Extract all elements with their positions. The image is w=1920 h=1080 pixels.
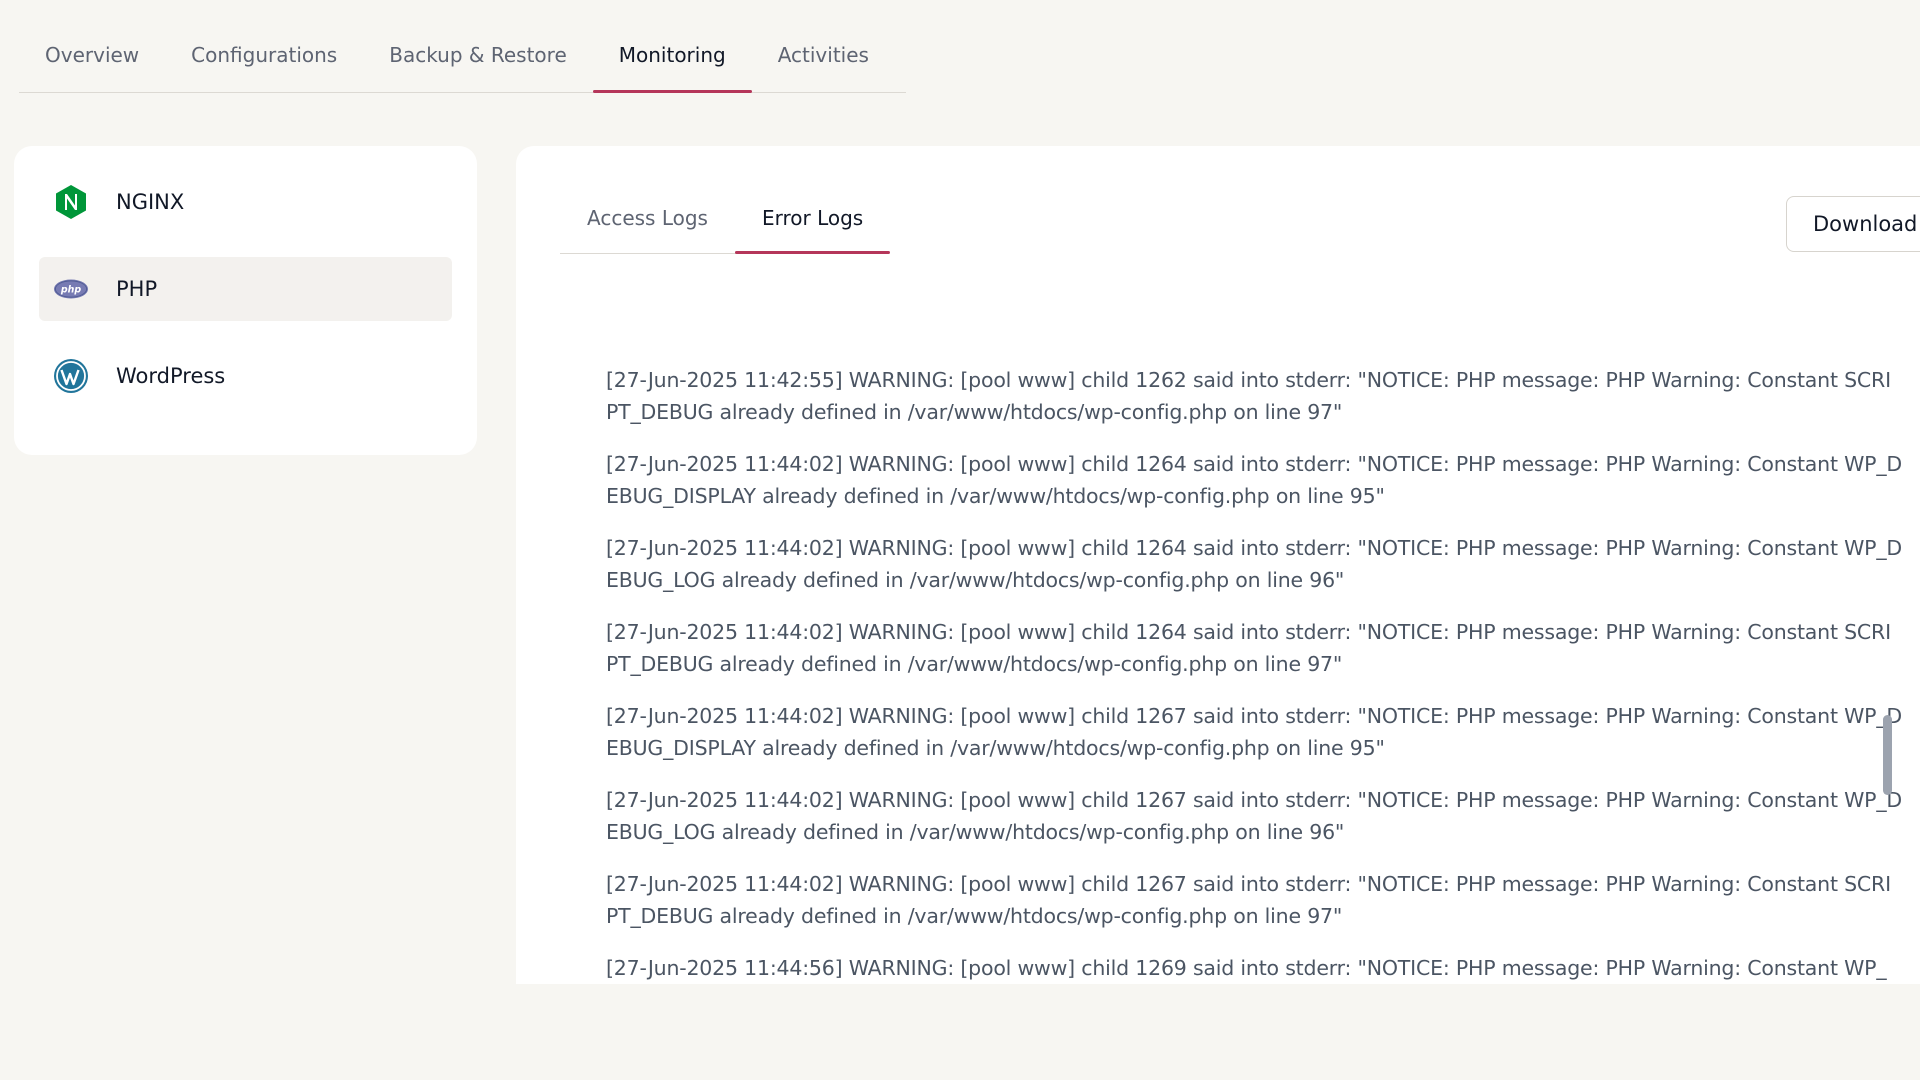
sidebar-item-php[interactable]: php PHP xyxy=(39,257,452,321)
sidebar-item-label: PHP xyxy=(116,277,158,301)
top-tab-bar: Overview Configurations Backup & Restore… xyxy=(19,28,906,93)
tab-configurations[interactable]: Configurations xyxy=(165,28,363,91)
tab-monitoring[interactable]: Monitoring xyxy=(592,28,752,93)
logs-panel: Access Logs Error Logs Download [27-Jun-… xyxy=(516,146,1920,984)
svg-text:php: php xyxy=(60,284,82,295)
nginx-icon xyxy=(53,184,89,220)
sidebar-item-label: NGINX xyxy=(116,190,185,214)
log-entry: [27-Jun-2025 11:44:02] WARNING: [pool ww… xyxy=(606,788,1902,844)
download-button[interactable]: Download xyxy=(1786,196,1920,252)
log-scrollbar-thumb[interactable] xyxy=(1883,715,1892,795)
tab-overview[interactable]: Overview xyxy=(19,28,165,91)
tab-activities[interactable]: Activities xyxy=(752,28,895,91)
sidebar-item-wordpress[interactable]: WordPress xyxy=(39,344,452,408)
log-entry: [27-Jun-2025 11:44:02] WARNING: [pool ww… xyxy=(606,452,1902,508)
php-icon: php xyxy=(53,271,89,307)
log-entry: [27-Jun-2025 11:42:55] WARNING: [pool ww… xyxy=(606,368,1891,424)
log-tab-bar: Access Logs Error Logs xyxy=(560,190,891,254)
log-entry: [27-Jun-2025 11:44:02] WARNING: [pool ww… xyxy=(606,872,1891,928)
log-entry: [27-Jun-2025 11:44:56] WARNING: [pool ww… xyxy=(606,956,1887,980)
log-viewer[interactable]: [27-Jun-2025 11:42:55] WARNING: [pool ww… xyxy=(606,364,1902,984)
tab-backup-restore[interactable]: Backup & Restore xyxy=(363,28,593,91)
monitoring-sidebar: NGINX php PHP WordPress xyxy=(14,146,477,455)
log-entry: [27-Jun-2025 11:44:02] WARNING: [pool ww… xyxy=(606,536,1902,592)
tab-access-logs[interactable]: Access Logs xyxy=(560,190,735,252)
log-entry: [27-Jun-2025 11:44:02] WARNING: [pool ww… xyxy=(606,620,1891,676)
wordpress-icon xyxy=(53,358,89,394)
sidebar-item-label: WordPress xyxy=(116,364,226,388)
tab-error-logs[interactable]: Error Logs xyxy=(734,190,891,254)
sidebar-item-nginx[interactable]: NGINX xyxy=(39,170,452,234)
log-entry: [27-Jun-2025 11:44:02] WARNING: [pool ww… xyxy=(606,704,1902,760)
